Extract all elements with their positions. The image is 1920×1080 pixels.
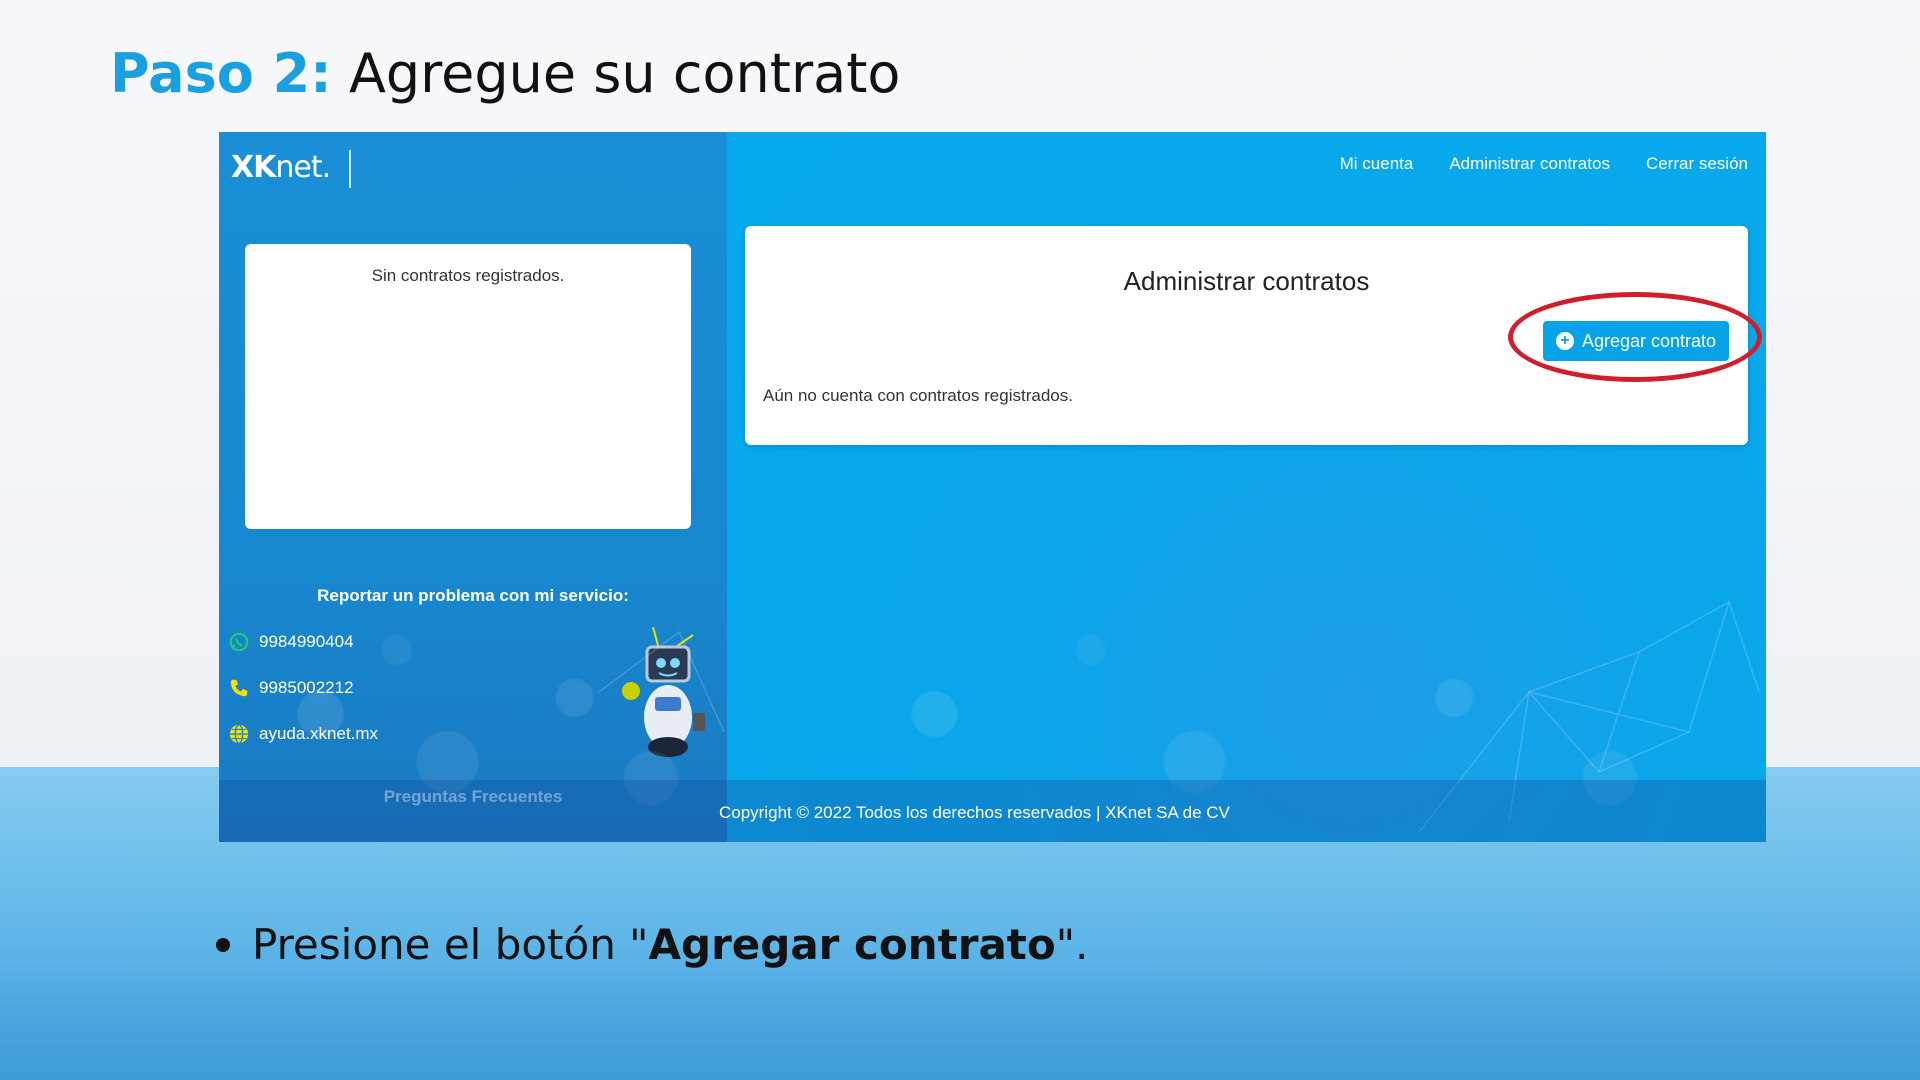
instruction-suffix: ". [1055, 920, 1089, 969]
robot-mascot-image [622, 627, 705, 757]
footer-copyright: Copyright © 2022 Todos los derechos rese… [719, 803, 1230, 822]
contact-whatsapp-text: 9984990404 [259, 632, 354, 651]
logo-text: XKnet. [231, 150, 331, 185]
instruction-prefix: Presione el botón " [252, 920, 649, 969]
slide-title-step: Paso 2: [110, 42, 332, 105]
bullet-dot [216, 937, 230, 952]
slide-title: Paso 2: Agregue su contrato [110, 38, 900, 110]
no-contracts-message: Aún no cuenta con contratos registrados. [763, 386, 1073, 405]
contracts-card: Sin contratos registrados. [245, 244, 691, 529]
contracts-empty-text: Sin contratos registrados. [371, 266, 565, 285]
nav-my-account[interactable]: Mi cuenta [1340, 154, 1414, 174]
logo-divider [349, 150, 351, 188]
nav-logout[interactable]: Cerrar sesión [1646, 154, 1748, 174]
nav-manage-contracts[interactable]: Administrar contratos [1449, 154, 1610, 174]
contact-whatsapp[interactable]: 9984990404 [227, 630, 354, 654]
top-nav: Mi cuenta Administrar contratos Cerrar s… [1340, 154, 1748, 174]
app-screenshot: XKnet. Sin contratos registrados. Report… [219, 132, 1766, 842]
phone-icon [227, 676, 251, 700]
whatsapp-icon [227, 630, 251, 654]
sidebar: XKnet. Sin contratos registrados. Report… [219, 132, 727, 842]
contact-phone-text: 9985002212 [259, 678, 354, 697]
xknet-logo[interactable]: XKnet. [231, 146, 351, 190]
contact-web[interactable]: ayuda.xknet.mx [227, 722, 378, 746]
instruction-bold: Agregar contrato [648, 920, 1056, 969]
globe-icon [227, 722, 251, 746]
contact-phone[interactable]: 9985002212 [227, 676, 354, 700]
slide-title-text: Agregue su contrato [348, 42, 901, 105]
contact-web-text: ayuda.xknet.mx [259, 724, 379, 743]
instruction-bullet: Presione el botón " Agregar contrato ". [216, 920, 1088, 969]
main-content: Mi cuenta Administrar contratos Cerrar s… [727, 132, 1766, 842]
panel-title: Administrar contratos [1123, 266, 1370, 296]
highlight-circle [1508, 292, 1762, 382]
report-title: Reportar un problema con mi servicio: [317, 586, 629, 605]
